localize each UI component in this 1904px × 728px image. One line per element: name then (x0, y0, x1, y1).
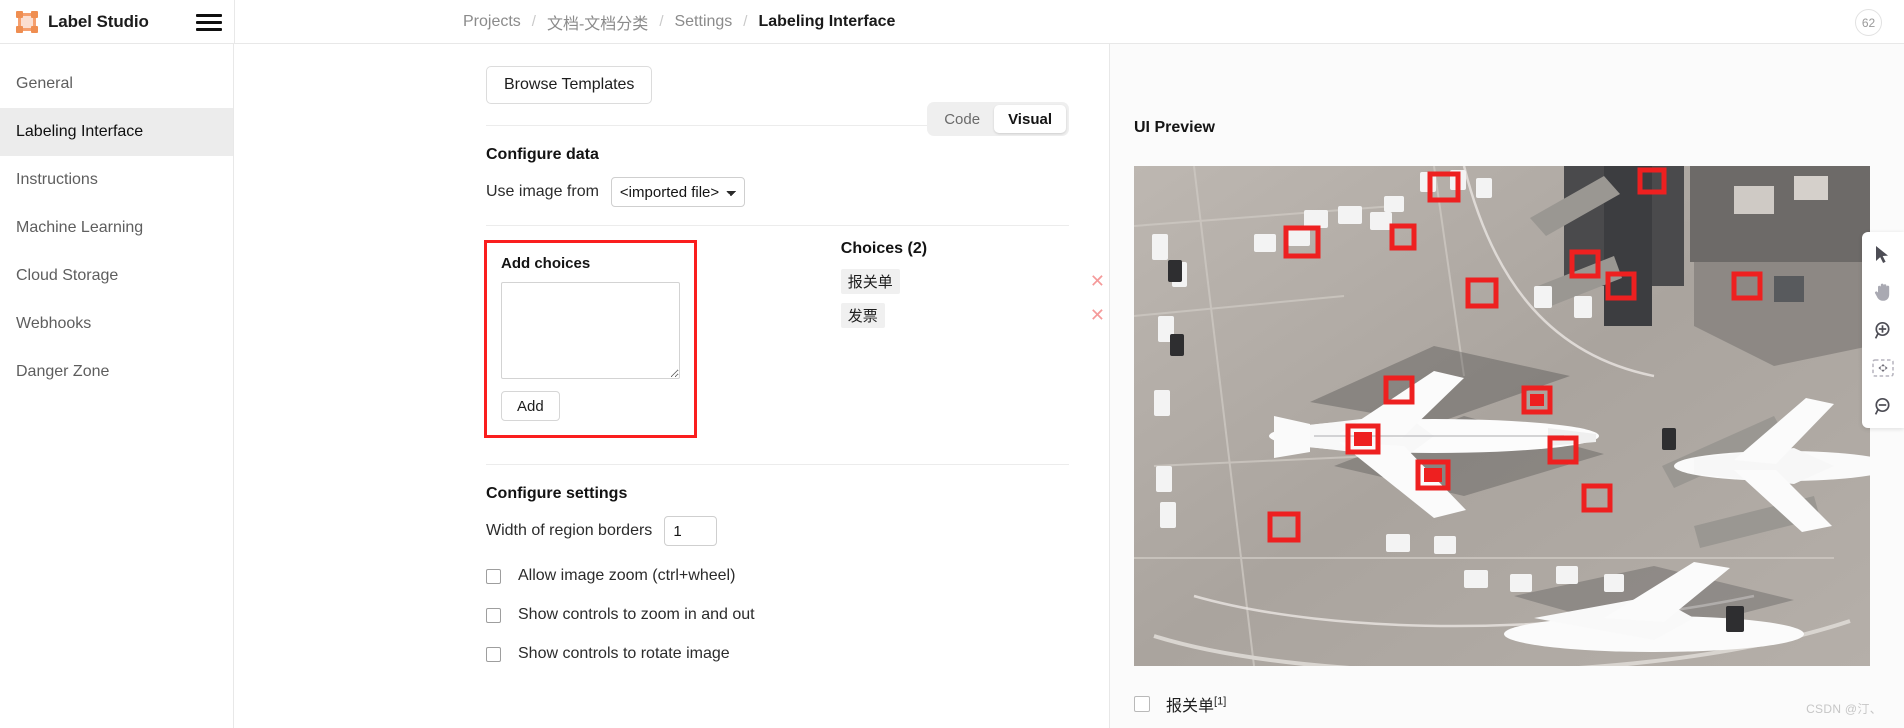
topbar-divider (234, 0, 235, 44)
choices-area: Add choices Add Choices (2) 报关单 ✕ 发票 ✕ (234, 240, 1109, 438)
breadcrumb-separator: / (659, 13, 664, 30)
preview-choices-list: 报关单[1] 发票[2] (1134, 692, 1226, 728)
add-choices-title: Add choices (501, 255, 591, 272)
choice-label: 报关单 (840, 268, 900, 294)
setting-label: Show controls to zoom in and out (518, 606, 755, 623)
breadcrumb-separator: / (531, 13, 536, 30)
ui-preview-title: UI Preview (1134, 119, 1215, 136)
add-choices-textarea[interactable] (501, 282, 680, 379)
label-studio-logo-icon (16, 10, 38, 33)
close-x-icon[interactable]: ✕ (1086, 306, 1109, 324)
aerial-airport-image (1134, 166, 1870, 666)
width-of-region-borders-row: Width of region borders (486, 516, 1109, 546)
image-tools-toolbar (1862, 232, 1904, 428)
preview-choice-row[interactable]: 报关单[1] (1134, 692, 1226, 716)
preview-image (1134, 166, 1870, 666)
top-bar: Label Studio Projects / 文档-文档分类 / Settin… (0, 0, 1904, 44)
body: General Labeling Interface Instructions … (0, 44, 1904, 728)
setting-show-zoom-controls[interactable]: Show controls to zoom in and out (486, 606, 1109, 624)
ui-preview-panel: UI Preview 报关单[1] CSDN @汀、 (1110, 44, 1904, 728)
choice-row: 发票 ✕ (840, 302, 1109, 328)
fit-to-screen-icon[interactable] (1870, 355, 1896, 381)
breadcrumb-item-projects[interactable]: Projects (463, 13, 521, 31)
close-x-icon[interactable]: ✕ (1086, 272, 1109, 290)
configure-data-title: Configure data (486, 146, 599, 163)
use-image-from-row: Use image from <imported file> (486, 177, 1109, 207)
status-badge[interactable]: 62 (1855, 9, 1882, 36)
width-of-region-borders-input[interactable] (664, 516, 718, 546)
setting-label: Show controls to rotate image (518, 645, 730, 662)
preview-choice-hotkey: [1] (1214, 695, 1227, 708)
hamburger-menu-icon[interactable] (196, 11, 222, 33)
divider (486, 225, 1069, 226)
labeling-interface-editor: Browse Templates Code Visual Configure d… (234, 44, 1110, 728)
sidebar-item-cloud-storage[interactable]: Cloud Storage (0, 252, 233, 300)
preview-choice-text: 报关单 (1166, 698, 1215, 715)
breadcrumb-separator: / (743, 13, 748, 30)
browse-templates-button[interactable]: Browse Templates (486, 66, 653, 104)
watermark: CSDN @汀、 (1806, 702, 1882, 716)
choices-panel: Choices (2) 报关单 ✕ 发票 ✕ (840, 240, 1109, 438)
checkbox-show-rotate-controls[interactable] (486, 646, 501, 662)
choices-title: Choices (2) (840, 240, 928, 257)
setting-label: Allow image zoom (ctrl+wheel) (518, 567, 736, 584)
image-source-select[interactable]: <imported file> (610, 177, 745, 207)
brand-name: Label Studio (48, 11, 149, 31)
breadcrumb-item-settings[interactable]: Settings (674, 13, 732, 31)
choice-row: 报关单 ✕ (840, 268, 1109, 294)
tab-visual[interactable]: Visual (994, 105, 1066, 133)
divider (486, 464, 1069, 465)
breadcrumb: Projects / 文档-文档分类 / Settings / Labeling… (463, 0, 895, 44)
settings-sidebar: General Labeling Interface Instructions … (0, 44, 234, 728)
width-of-region-borders-label: Width of region borders (486, 522, 653, 539)
preview-choice-label: 报关单[1] (1166, 692, 1226, 716)
app-root: Label Studio Projects / 文档-文档分类 / Settin… (0, 0, 1904, 728)
pointer-icon[interactable] (1870, 241, 1896, 267)
zoom-in-icon[interactable] (1870, 317, 1896, 343)
sidebar-item-webhooks[interactable]: Webhooks (0, 300, 233, 348)
preview-choice-checkbox[interactable] (1134, 696, 1150, 712)
sidebar-item-machine-learning[interactable]: Machine Learning (0, 204, 233, 252)
setting-show-rotate-controls[interactable]: Show controls to rotate image (486, 645, 1109, 663)
configure-settings-title: Configure settings (486, 485, 628, 502)
zoom-out-icon[interactable] (1870, 393, 1896, 419)
hand-pan-icon[interactable] (1870, 279, 1896, 305)
sidebar-item-labeling-interface[interactable]: Labeling Interface (0, 108, 233, 156)
add-choices-panel: Add choices Add (484, 240, 697, 438)
breadcrumb-item-labeling-interface: Labeling Interface (758, 12, 896, 30)
breadcrumb-item-project[interactable]: 文档-文档分类 (547, 10, 648, 34)
editor-mode-toggle: Code Visual (927, 102, 1069, 136)
sidebar-item-danger-zone[interactable]: Danger Zone (0, 348, 233, 396)
setting-allow-image-zoom[interactable]: Allow image zoom (ctrl+wheel) (486, 567, 1109, 585)
tab-code[interactable]: Code (930, 105, 994, 133)
checkbox-allow-image-zoom[interactable] (486, 568, 501, 584)
sidebar-item-instructions[interactable]: Instructions (0, 156, 233, 204)
brand-logo[interactable]: Label Studio (0, 0, 193, 44)
checkbox-show-zoom-controls[interactable] (486, 607, 501, 623)
add-choice-button[interactable]: Add (501, 391, 560, 421)
choice-label: 发票 (840, 302, 885, 328)
sidebar-item-general[interactable]: General (0, 60, 233, 108)
use-image-from-label: Use image from (486, 183, 599, 200)
